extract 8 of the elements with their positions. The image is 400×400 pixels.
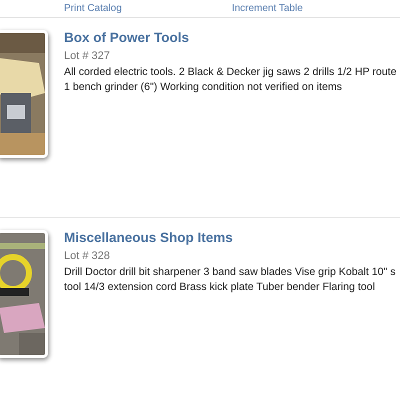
lot-number: Lot # 328 [64,250,111,262]
lot-title[interactable]: Miscellaneous Shop Items [64,230,396,245]
lot-title[interactable]: Box of Power Tools [64,30,396,45]
lot-description: Drill Doctor drill bit sharpener 3 band saw blades Vise grip Kobalt 10" s tool 14/3 extension cord Brass kick plate Tuber bender Flaring tool [64,265,396,295]
lot-number: Lot # 327 [64,50,111,62]
catalog-link[interactable]: Increment Table [232,3,303,14]
lot-description: All corded electric tools. 2 Black & Decker jig saws 2 drills 1/2 HP route 1 bench grinder (6") Working condition not verified on items [64,65,396,95]
catalog-link[interactable]: Print Catalog [64,3,122,14]
